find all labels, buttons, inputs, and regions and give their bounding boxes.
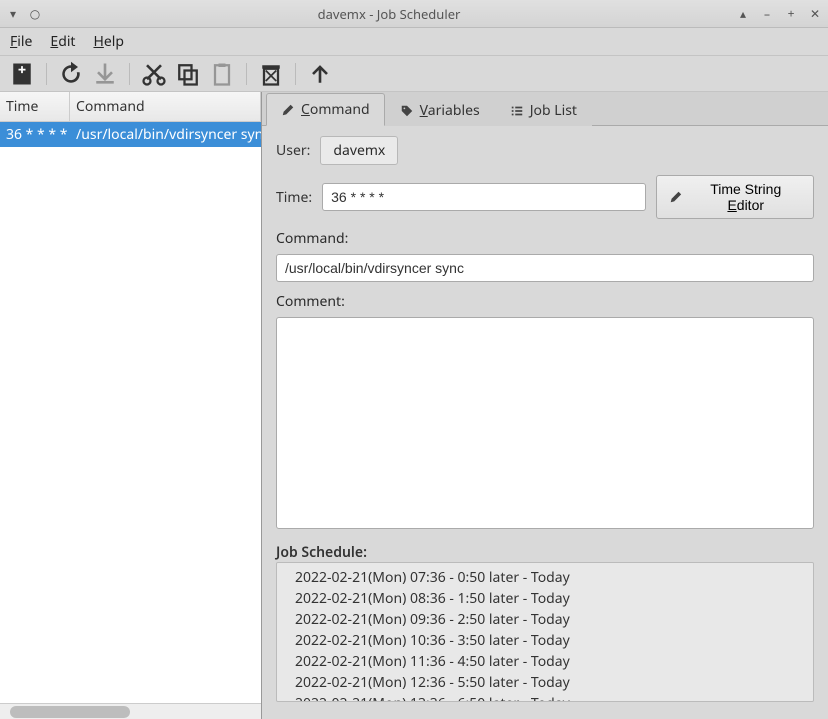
schedule-label: Job Schedule: — [276, 543, 814, 562]
time-label: Time: — [276, 188, 312, 207]
menu-help[interactable]: Help — [93, 32, 124, 51]
list-item[interactable]: 2022-02-21(Mon) 07:36 - 0:50 later - Tod… — [277, 567, 813, 588]
titlebar: ▾ ○ davemx - Job Scheduler ▴ – + ✕ — [0, 0, 828, 28]
table-row[interactable]: 36 * * * * /usr/local/bin/vdirsyncer syn… — [0, 122, 261, 147]
save-button — [91, 60, 119, 88]
comment-label: Comment: — [276, 292, 814, 311]
time-string-editor-button[interactable]: Time String Editor — [656, 175, 814, 219]
paste-button — [208, 60, 236, 88]
pin-icon[interactable]: ○ — [28, 7, 42, 21]
window-menu-icon[interactable]: ▾ — [6, 7, 20, 21]
refresh-button[interactable] — [57, 60, 85, 88]
cell-command: /usr/local/bin/vdirsyncer sync — [70, 122, 261, 147]
list-item[interactable]: 2022-02-21(Mon) 10:36 - 3:50 later - Tod… — [277, 630, 813, 651]
list-item[interactable]: 2022-02-21(Mon) 09:36 - 2:50 later - Tod… — [277, 609, 813, 630]
tag-icon — [400, 104, 414, 118]
horizontal-scrollbar[interactable] — [0, 703, 261, 719]
detail-pane: Command Variables Job List User: davemx … — [262, 92, 828, 719]
schedule-section: Job Schedule: 2022-02-21(Mon) 07:36 - 0:… — [276, 543, 814, 702]
list-item[interactable]: 2022-02-21(Mon) 11:36 - 4:50 later - Tod… — [277, 651, 813, 672]
tab-joblist[interactable]: Job List — [495, 94, 592, 126]
pencil-icon — [281, 103, 295, 117]
column-header-command[interactable]: Command — [70, 92, 261, 121]
cell-time: 36 * * * * — [0, 122, 70, 147]
command-section: Command: — [276, 229, 814, 282]
cut-button[interactable] — [140, 60, 168, 88]
close-icon[interactable]: ✕ — [808, 7, 822, 21]
menu-file[interactable]: File — [10, 32, 32, 51]
main-split: Time Command 36 * * * * /usr/local/bin/v… — [0, 92, 828, 719]
menu-edit[interactable]: Edit — [50, 32, 75, 51]
toolbar-separator — [46, 63, 47, 85]
run-button[interactable] — [306, 60, 334, 88]
copy-button[interactable] — [174, 60, 202, 88]
list-item[interactable]: 2022-02-21(Mon) 12:36 - 5:50 later - Tod… — [277, 672, 813, 693]
new-button[interactable] — [8, 60, 36, 88]
minimize-icon[interactable]: – — [760, 7, 774, 21]
job-list-rows[interactable]: 36 * * * * /usr/local/bin/vdirsyncer syn… — [0, 122, 261, 703]
command-input[interactable] — [276, 254, 814, 282]
comment-section: Comment: — [276, 292, 814, 533]
delete-button[interactable] — [257, 60, 285, 88]
user-label: User: — [276, 141, 310, 160]
user-row: User: davemx — [276, 136, 814, 165]
scrollbar-thumb[interactable] — [10, 706, 130, 718]
toolbar-separator — [246, 63, 247, 85]
schedule-list[interactable]: 2022-02-21(Mon) 07:36 - 0:50 later - Tod… — [276, 562, 814, 702]
window-title: davemx - Job Scheduler — [42, 5, 736, 23]
time-row: Time: Time String Editor — [276, 175, 814, 219]
pencil-icon — [669, 190, 683, 204]
command-label: Command: — [276, 229, 814, 248]
toolbar — [0, 56, 828, 92]
time-input[interactable] — [322, 183, 645, 211]
list-item[interactable]: 2022-02-21(Mon) 13:36 - 6:50 later - Tod… — [277, 693, 813, 702]
toolbar-separator — [295, 63, 296, 85]
tab-bar: Command Variables Job List — [262, 92, 828, 126]
tab-command[interactable]: Command — [266, 93, 385, 126]
comment-textarea[interactable] — [276, 317, 814, 529]
job-list-pane: Time Command 36 * * * * /usr/local/bin/v… — [0, 92, 262, 719]
rollup-icon[interactable]: ▴ — [736, 7, 750, 21]
list-icon — [510, 104, 524, 118]
list-item[interactable]: 2022-02-21(Mon) 08:36 - 1:50 later - Tod… — [277, 588, 813, 609]
user-value: davemx — [320, 136, 398, 165]
column-header-time[interactable]: Time — [0, 92, 70, 121]
tab-joblist-label: Job List — [530, 101, 577, 120]
menubar: File Edit Help — [0, 28, 828, 56]
tab-variables[interactable]: Variables — [385, 94, 495, 126]
tab-body-command: User: davemx Time: Time String Editor Co… — [262, 126, 828, 719]
maximize-icon[interactable]: + — [784, 7, 798, 21]
job-list-header: Time Command — [0, 92, 261, 122]
toolbar-separator — [129, 63, 130, 85]
